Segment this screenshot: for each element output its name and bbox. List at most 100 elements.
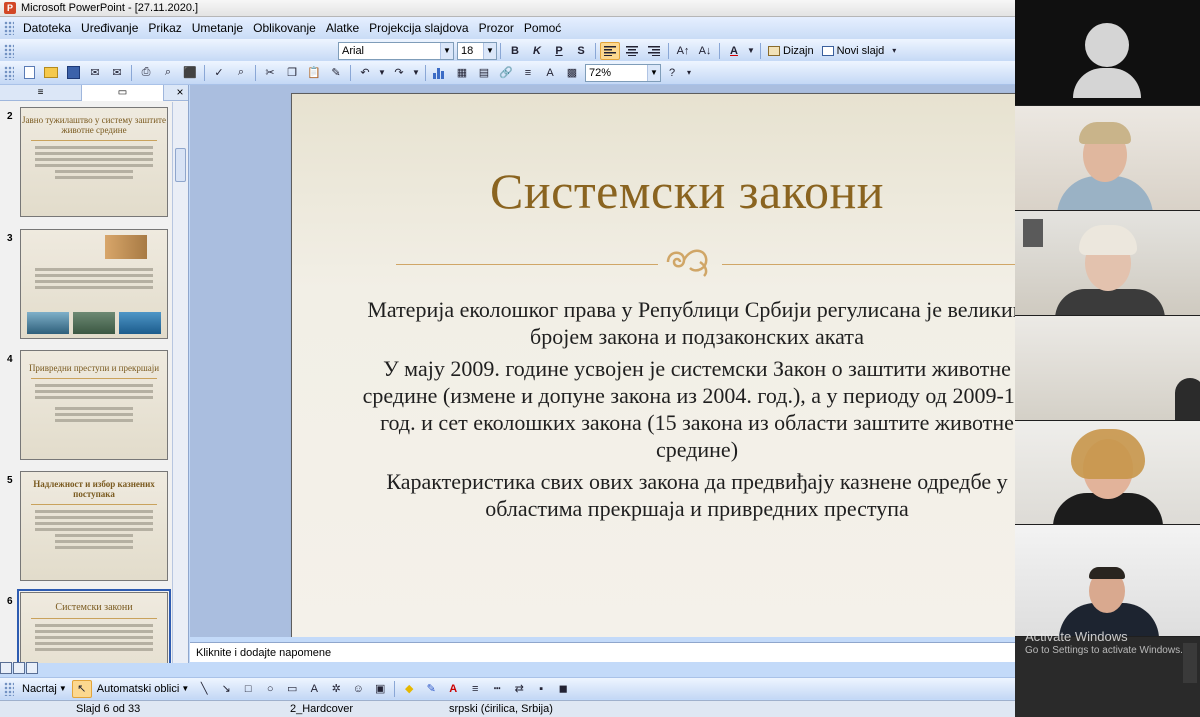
show-formatting-button[interactable]: A <box>540 64 560 82</box>
3d-style-button[interactable]: ◼ <box>553 680 573 698</box>
font-color-button[interactable]: A <box>724 42 744 60</box>
shadow-button[interactable]: S <box>571 42 591 60</box>
pdf-button[interactable]: ⬛ <box>180 64 200 82</box>
slide-thumbnail[interactable]: Надлежност и избор казнених поступака <box>20 471 168 581</box>
toolbar-options-icon[interactable]: ▾ <box>889 42 899 60</box>
thumbnail-row[interactable]: 2 Јавно тужилаштво у систему заштите жив… <box>0 107 172 219</box>
chevron-down-icon[interactable]: ▼ <box>483 42 496 59</box>
menu-prikaz[interactable]: Prikaz <box>143 21 186 35</box>
diagram-button[interactable]: ✲ <box>326 680 346 698</box>
autoshapes-menu-button[interactable]: Automatski oblici ▼ <box>97 683 189 695</box>
participant-tile-video[interactable] <box>1015 525 1200 636</box>
new-document-button[interactable] <box>19 64 39 82</box>
thumbnails-scrollbar[interactable] <box>172 102 188 663</box>
menu-projekcija-slajdova[interactable]: Projekcija slajdova <box>364 21 473 35</box>
hyperlink-button[interactable]: 🔗 <box>496 64 516 82</box>
participant-tile-video[interactable] <box>1015 316 1200 420</box>
increase-font-button[interactable]: A↑ <box>673 42 693 60</box>
current-slide[interactable]: Системски закони Материја еколошког прав… <box>291 93 1015 637</box>
slide-title[interactable]: Системски закони <box>292 162 1015 220</box>
thumbnail-row[interactable]: 6 Системски закони <box>0 589 172 663</box>
normal-view-button[interactable] <box>0 662 12 674</box>
font-color-draw-button[interactable]: A <box>443 680 463 698</box>
select-objects-button[interactable]: ↖ <box>71 679 92 698</box>
line-color-button[interactable]: ✎ <box>421 680 441 698</box>
align-right-button[interactable] <box>644 42 664 60</box>
cut-button[interactable]: ✂ <box>260 64 280 82</box>
line-style-button[interactable]: ≡ <box>465 680 485 698</box>
save-button[interactable] <box>63 64 83 82</box>
scrollbar-thumb[interactable] <box>175 148 186 182</box>
draw-menu-button[interactable]: Nacrtaj ▼ <box>22 683 67 695</box>
open-button[interactable] <box>41 64 61 82</box>
chevron-down-icon[interactable]: ▼ <box>647 64 660 81</box>
copy-button[interactable]: ❐ <box>282 64 302 82</box>
textbox-button[interactable]: ▭ <box>282 680 302 698</box>
slide-thumbnail-selected[interactable]: Системски закони <box>17 589 171 663</box>
menu-oblikovanje[interactable]: Oblikovanje <box>248 21 321 35</box>
participant-tile-video[interactable] <box>1015 106 1200 210</box>
decrease-font-button[interactable]: A↓ <box>695 42 715 60</box>
close-icon[interactable]: × <box>172 85 188 100</box>
menu-umetanje[interactable]: Umetanje <box>187 21 248 35</box>
paste-button[interactable]: 📋 <box>304 64 324 82</box>
menu-uredivanje[interactable]: Uređivanje <box>76 21 143 35</box>
thumbnail-row[interactable]: 3 <box>0 229 172 341</box>
thumbnail-row[interactable]: 4 Привредни преступи и прекршаји <box>0 350 172 462</box>
oval-button[interactable]: ○ <box>260 680 280 698</box>
slideshow-button[interactable] <box>26 662 38 674</box>
chevron-down-icon[interactable]: ▼ <box>377 64 387 82</box>
print-preview-button[interactable]: ⌕ <box>158 64 178 82</box>
arrow-style-button[interactable]: ⇄ <box>509 680 529 698</box>
insert-chart-button[interactable] <box>430 64 450 82</box>
align-left-button[interactable] <box>600 41 620 60</box>
participant-tile-no-video[interactable] <box>1015 0 1200 105</box>
participant-tile-video[interactable] <box>1015 421 1200 524</box>
research-button[interactable]: ⌕ <box>231 64 251 82</box>
menu-prozor[interactable]: Prozor <box>474 21 519 35</box>
tab-outline[interactable]: ≡ <box>0 85 82 101</box>
slide-body-text[interactable]: Материја еколошког права у Републици Срб… <box>352 296 1015 527</box>
slide-thumbnail[interactable] <box>20 229 168 339</box>
align-center-button[interactable] <box>622 42 642 60</box>
picture-button[interactable]: ▣ <box>370 680 390 698</box>
expand-all-button[interactable]: ≡ <box>518 64 538 82</box>
slide-sorter-button[interactable] <box>13 662 25 674</box>
spelling-button[interactable]: ✓ <box>209 64 229 82</box>
underline-button[interactable]: P <box>549 42 569 60</box>
permission-button[interactable]: ✉ <box>85 64 105 82</box>
dash-style-button[interactable]: ┅ <box>487 680 507 698</box>
redo-button[interactable]: ↷ <box>389 64 409 82</box>
slide-thumbnail[interactable]: Привредни преступи и прекршаји <box>20 350 168 460</box>
toolbar-options-icon[interactable]: ▾ <box>684 64 694 82</box>
line-button[interactable]: ╲ <box>194 680 214 698</box>
menu-pomoc[interactable]: Pomoć <box>519 21 566 35</box>
tab-slides[interactable]: ▭ <box>82 85 164 101</box>
menu-datoteka[interactable]: Datoteka <box>18 21 76 35</box>
bold-button[interactable]: B <box>505 42 525 60</box>
rectangle-button[interactable]: □ <box>238 680 258 698</box>
wordart-button[interactable]: A <box>304 680 324 698</box>
print-button[interactable]: ⎙ <box>136 64 156 82</box>
shadow-style-button[interactable]: ▪ <box>531 680 551 698</box>
fill-color-button[interactable]: ◆ <box>399 680 419 698</box>
clipart-button[interactable]: ☺ <box>348 680 368 698</box>
new-slide-button[interactable]: Novi slajd <box>821 45 884 57</box>
insert-table-button[interactable]: ▦ <box>452 64 472 82</box>
font-size-select[interactable]: 18 ▼ <box>457 41 497 60</box>
slide-thumbnail[interactable]: Јавно тужилаштво у систему заштите живот… <box>20 107 168 217</box>
design-button[interactable]: Dizajn <box>768 45 814 57</box>
format-painter-button[interactable]: ✎ <box>326 64 346 82</box>
undo-button[interactable]: ↶ <box>355 64 375 82</box>
arrow-button[interactable]: ↘ <box>216 680 236 698</box>
italic-button[interactable]: K <box>527 42 547 60</box>
participant-tile-video[interactable] <box>1015 211 1200 315</box>
font-name-select[interactable]: Arial ▼ <box>338 41 454 60</box>
zoom-select[interactable]: 72% ▼ <box>585 63 661 82</box>
grayscale-button[interactable]: ▩ <box>562 64 582 82</box>
notes-pane[interactable]: Kliknite i dodajte napomene <box>190 642 1015 662</box>
chevron-down-icon[interactable]: ▼ <box>411 64 421 82</box>
chevron-down-icon[interactable]: ▼ <box>746 42 756 60</box>
email-button[interactable]: ✉ <box>107 64 127 82</box>
chevron-down-icon[interactable]: ▼ <box>440 42 453 59</box>
